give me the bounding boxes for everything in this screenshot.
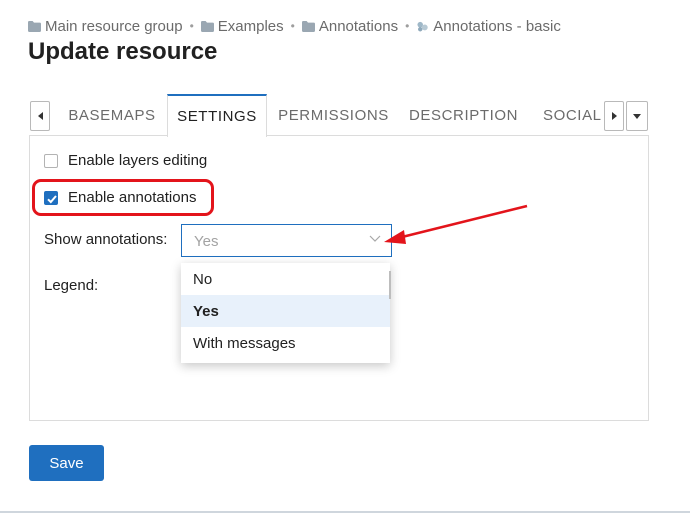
tab-bar: BASEMAPS SETTINGS PERMISSIONS DESCRIPTIO… [29,94,649,137]
layers-editing-option[interactable]: Enable layers editing [44,152,207,169]
legend-label: Legend: [44,277,99,294]
show-annotations-label: Show annotations: [44,231,168,248]
tab-basemaps[interactable]: BASEMAPS [57,94,167,136]
tabs-overflow-menu-button[interactable] [626,101,648,131]
breadcrumb-separator: • [290,19,295,33]
breadcrumb-label: Annotations [318,17,399,35]
folder-icon [301,20,315,32]
tab-settings[interactable]: SETTINGS [167,94,267,137]
dropdown-scrollbar[interactable] [389,271,391,299]
show-annotations-dropdown: No Yes With messages [181,263,390,363]
folder-icon [28,20,41,32]
breadcrumb-label: Main resource group [45,17,183,35]
breadcrumb-item-examples[interactable]: Examples [200,17,284,35]
show-annotations-value: Yes [194,233,219,250]
breadcrumb: Main resource group • Examples • Annotat… [28,16,561,36]
tab-description[interactable]: DESCRIPTION [400,94,527,136]
chevron-left-icon [37,112,43,120]
dropdown-option-yes[interactable]: Yes [181,295,390,327]
dropdown-option-no[interactable]: No [181,263,390,295]
save-button[interactable]: Save [29,445,104,481]
breadcrumb-label: Annotations - basic [433,17,561,35]
tab-social[interactable]: SOCIAL [527,94,607,136]
breadcrumb-item-annotations[interactable]: Annotations [301,17,399,35]
breadcrumb-item-main-resource-group[interactable]: Main resource group [28,18,183,35]
page-title: Update resource [28,38,218,65]
chevron-down-icon [633,113,641,119]
breadcrumb-separator: • [405,19,410,33]
layers-editing-label: Enable layers editing [68,152,208,169]
breadcrumb-item-annotations-basic: Annotations - basic [416,18,561,35]
tab-permissions[interactable]: PERMISSIONS [267,94,400,136]
breadcrumb-label: Examples [217,17,284,35]
layers-editing-checkbox[interactable] [44,153,58,168]
dropdown-option-with-messages[interactable]: With messages [181,327,390,359]
show-annotations-select[interactable]: Yes [181,224,392,257]
folder-icon [200,20,214,32]
webmap-icon [417,21,429,31]
tabs-scroll-left-button[interactable] [30,101,50,131]
breadcrumb-separator: • [189,19,194,33]
chevron-right-icon [611,112,617,120]
annotation-highlight-box [32,179,214,216]
tabs-scroll-right-button[interactable] [604,101,624,131]
chevron-down-icon [369,235,381,242]
